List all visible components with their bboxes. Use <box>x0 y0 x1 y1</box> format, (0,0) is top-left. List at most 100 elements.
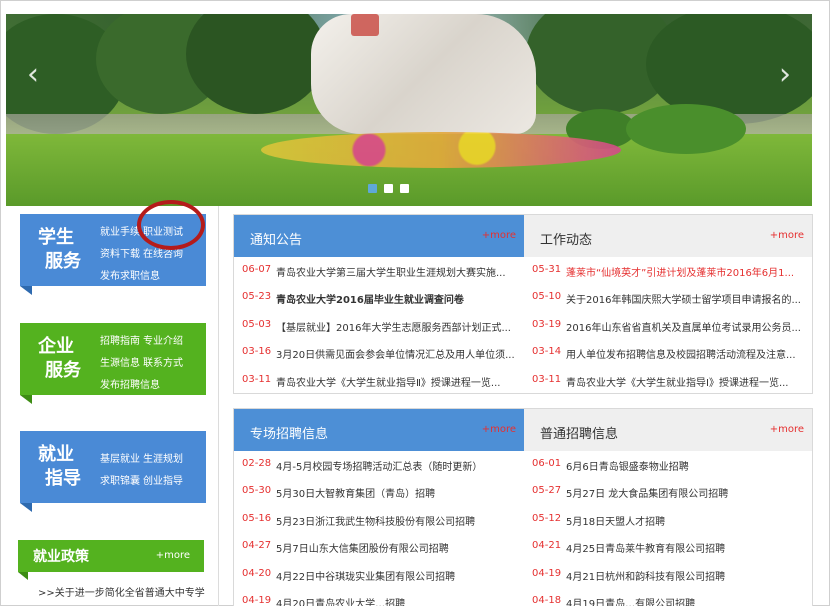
list-item[interactable]: 03-16 3月20日供需见面会参会单位情况汇总及用人单位须... <box>234 339 524 366</box>
list-item[interactable]: 02-28 4月-5月校园专场招聘活动汇总表（随时更新） <box>234 451 524 478</box>
item-title-link[interactable]: 5月23日浙江我武生物科技股份有限公司招聘 <box>276 513 516 528</box>
item-title-link[interactable]: 用人单位发布招聘信息及校园招聘活动流程及注意... <box>566 346 806 361</box>
item-date: 05-27 <box>532 485 562 497</box>
link-startup[interactable]: 创业指导 <box>143 471 183 493</box>
work-news-list: 05-31 蓬莱市“仙境英才”引进计划及蓬莱市2016年6月1... 05-10 关于… <box>524 257 812 394</box>
enterprise-services-title: 企业 服务 <box>20 323 92 395</box>
item-title-link[interactable]: 5月18日天盟人才招聘 <box>566 513 806 528</box>
list-item[interactable]: 06-01 6月6日青岛银盛泰物业招聘 <box>524 451 812 478</box>
banner-dot-3[interactable] <box>400 184 409 193</box>
list-item[interactable]: 05-10 关于2016年韩国庆熙大学硕士留学项目申请报名的... <box>524 284 812 311</box>
link-post-resume[interactable]: 发布求职信息 <box>100 266 160 288</box>
link-recruit-guide[interactable]: 招聘指南 <box>100 331 140 353</box>
item-title-link[interactable]: 5月27日 龙大食品集团有限公司招聘 <box>566 485 806 500</box>
list-item[interactable]: 04-21 4月25日青岛莱牛教育有限公司招聘 <box>524 533 812 560</box>
tab-general-recruitment[interactable]: 普通招聘信息 +more <box>524 409 812 451</box>
title-line-2: 指导 <box>45 468 81 489</box>
list-item[interactable]: 05-12 5月18日天盟人才招聘 <box>524 506 812 533</box>
item-title-link[interactable]: 青岛农业大学《大学生就业指导Ⅱ》授课进程一览... <box>276 374 516 389</box>
special-recruitment-list: 02-28 4月-5月校园专场招聘活动汇总表（随时更新） 05-30 5月30日大智教… <box>234 451 524 606</box>
list-item[interactable]: 04-19 4月20日青岛农业大学…招聘 <box>234 588 524 606</box>
title-line-1: 学生 <box>38 227 74 248</box>
item-title-link[interactable]: 青岛农业大学第三届大学生职业生涯规划大赛实施... <box>276 264 516 279</box>
banner-dot-1[interactable] <box>368 184 377 193</box>
list-item[interactable]: 05-16 5月23日浙江我武生物科技股份有限公司招聘 <box>234 506 524 533</box>
list-item[interactable]: 03-14 用人单位发布招聘信息及校园招聘活动流程及注意... <box>524 339 812 366</box>
item-title-link[interactable]: 6月6日青岛银盛泰物业招聘 <box>566 458 806 473</box>
item-title-link[interactable]: 5月30日大智教育集团（青岛）招聘 <box>276 485 516 500</box>
list-item[interactable]: 03-11 青岛农业大学《大学生就业指导Ⅰ》授课进程一览... <box>524 367 812 394</box>
link-contact[interactable]: 联系方式 <box>143 353 183 375</box>
tab-work-news[interactable]: 工作动态 +more <box>524 215 812 257</box>
item-title-link[interactable]: 关于2016年韩国庆熙大学硕士留学项目申请报名的... <box>566 291 806 306</box>
item-title-link[interactable]: 4月19日青岛…有限公司招聘 <box>566 595 806 606</box>
item-title-link[interactable]: 青岛农业大学《大学生就业指导Ⅰ》授课进程一览... <box>566 374 806 389</box>
tab-special-recruitment[interactable]: 专场招聘信息 +more <box>234 409 524 451</box>
list-item[interactable]: 05-31 蓬莱市“仙境英才”引进计划及蓬莱市2016年6月1... <box>524 257 812 284</box>
item-date: 03-19 <box>532 318 562 330</box>
news-panel-header: 通知公告 +more 工作动态 +more <box>234 215 812 257</box>
link-downloads[interactable]: 资料下载 <box>100 244 140 266</box>
item-title-link[interactable]: 蓬莱市“仙境英才”引进计划及蓬莱市2016年6月1... <box>566 264 806 279</box>
item-title-link[interactable]: 3月20日供需见面会参会单位情况汇总及用人单位须... <box>276 346 516 361</box>
item-date: 02-28 <box>242 458 272 469</box>
item-date: 06-01 <box>532 458 562 469</box>
item-title-link[interactable]: 【基层就业】2016年大学生志愿服务西部计划正式... <box>276 319 516 334</box>
item-title-link[interactable]: 2016年山东省省直机关及直属单位考试录用公务员... <box>566 319 806 334</box>
banner-prev-arrow-icon[interactable]: ‹ <box>18 50 48 100</box>
work-news-more-link[interactable]: +more <box>770 230 804 241</box>
item-date: 04-20 <box>242 567 272 579</box>
list-item[interactable]: 06-07 青岛农业大学第三届大学生职业生涯规划大赛实施... <box>234 257 524 284</box>
item-title-link[interactable]: 4月21日杭州和韵科技有限公司招聘 <box>566 568 806 583</box>
link-career-plan[interactable]: 生涯规划 <box>143 449 183 471</box>
link-graduate-info[interactable]: 生源信息 <box>100 353 140 375</box>
link-employment-procedures[interactable]: 就业手续 <box>100 222 140 244</box>
item-date: 04-27 <box>242 540 272 552</box>
special-recruitment-more-link[interactable]: +more <box>482 424 516 435</box>
list-item[interactable]: 04-19 4月21日杭州和韵科技有限公司招聘 <box>524 561 812 588</box>
item-title-link[interactable]: 4月-5月校园专场招聘活动汇总表（随时更新） <box>276 458 516 473</box>
item-date: 04-19 <box>532 567 562 579</box>
banner-carousel[interactable]: ‹ › <box>6 14 812 206</box>
general-recruitment-more-link[interactable]: +more <box>770 424 804 435</box>
list-item[interactable]: 05-03 【基层就业】2016年大学生志愿服务西部计划正式... <box>234 312 524 339</box>
link-major-intro[interactable]: 专业介绍 <box>143 331 183 353</box>
banner-next-arrow-icon[interactable]: › <box>770 50 800 100</box>
banner-tree <box>186 14 326 114</box>
notices-more-link[interactable]: +more <box>482 230 516 241</box>
banner-shrub <box>626 104 746 154</box>
list-item[interactable]: 04-27 5月7日山东大信集团股份有限公司招聘 <box>234 533 524 560</box>
list-item[interactable]: 03-11 青岛农业大学《大学生就业指导Ⅱ》授课进程一览... <box>234 367 524 394</box>
list-item[interactable]: 05-27 5月27日 龙大食品集团有限公司招聘 <box>524 478 812 505</box>
item-title-link[interactable]: 5月7日山东大信集团股份有限公司招聘 <box>276 540 516 555</box>
link-grassroots[interactable]: 基层就业 <box>100 449 140 471</box>
item-title-link[interactable]: 青岛农业大学2016届毕业生就业调查问卷 <box>276 291 516 306</box>
item-title-link[interactable]: 4月25日青岛莱牛教育有限公司招聘 <box>566 540 806 555</box>
banner-dot-2[interactable] <box>384 184 393 193</box>
item-title-link[interactable]: 4月20日青岛农业大学…招聘 <box>276 595 516 606</box>
list-item[interactable]: 04-18 4月19日青岛…有限公司招聘 <box>524 588 812 606</box>
item-date: 05-30 <box>242 485 272 497</box>
policy-list-item[interactable]: >>关于进一步简化全省普通大中专学 <box>38 584 205 599</box>
enterprise-services-box: 企业 服务 招聘指南 专业介绍 生源信息 联系方式 发布招聘信息 <box>20 323 206 404</box>
list-item[interactable]: 05-30 5月30日大智教育集团（青岛）招聘 <box>234 478 524 505</box>
title-line-1: 企业 <box>38 336 74 357</box>
career-guidance-title: 就业 指导 <box>20 431 92 503</box>
item-date: 05-12 <box>532 512 562 524</box>
link-job-tips[interactable]: 求职锦囊 <box>100 471 140 493</box>
item-title-link[interactable]: 4月22日中谷琪珑实业集团有限公司招聘 <box>276 568 516 583</box>
list-item[interactable]: 03-19 2016年山东省省直机关及直属单位考试录用公务员... <box>524 312 812 339</box>
tab-notices[interactable]: 通知公告 +more <box>234 215 524 257</box>
box-fold <box>20 286 32 295</box>
item-date: 05-10 <box>532 291 562 303</box>
title-line-2: 服务 <box>45 251 81 272</box>
stone-inscription <box>351 14 379 36</box>
box-fold <box>20 395 32 404</box>
news-panel: 通知公告 +more 工作动态 +more 06-07 青岛农业大学第三届大学生职… <box>233 214 813 394</box>
link-post-job[interactable]: 发布招聘信息 <box>100 375 160 397</box>
list-item[interactable]: 05-23 青岛农业大学2016届毕业生就业调查问卷 <box>234 284 524 311</box>
item-date: 05-16 <box>242 512 272 524</box>
policy-more-link[interactable]: +more <box>156 550 190 561</box>
item-date: 04-19 <box>242 594 272 606</box>
list-item[interactable]: 04-20 4月22日中谷琪珑实业集团有限公司招聘 <box>234 561 524 588</box>
